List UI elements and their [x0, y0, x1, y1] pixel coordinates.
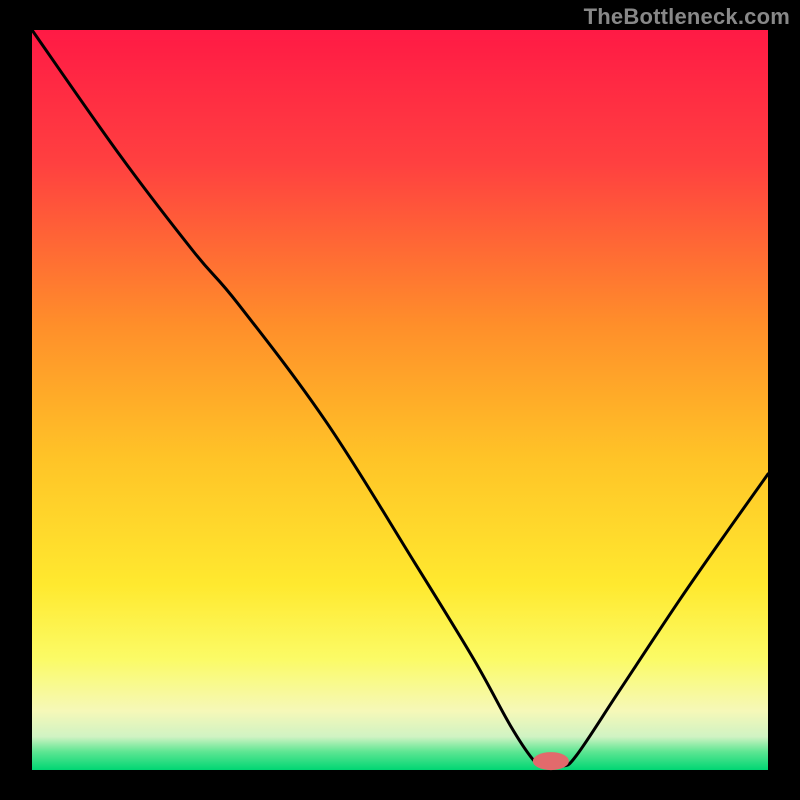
chart-frame: TheBottleneck.com: [0, 0, 800, 800]
chart-svg: [0, 0, 800, 800]
gradient-background: [32, 30, 768, 770]
optimal-marker: [533, 752, 569, 770]
watermark-text: TheBottleneck.com: [584, 4, 790, 30]
